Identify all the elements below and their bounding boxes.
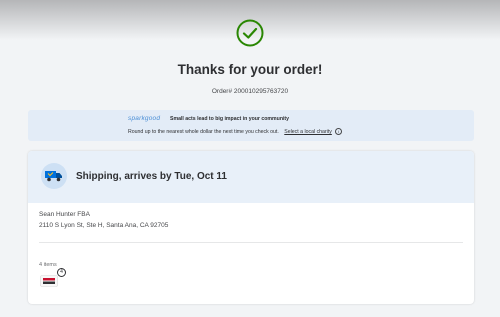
shipping-address: 2110 S Lyon St, Ste H, Santa Ana, CA 927…: [39, 222, 169, 229]
sparkgood-logo: sparkgood: [128, 115, 161, 122]
truck-icon-badge: [41, 163, 67, 189]
quantity-badge: 4: [57, 268, 66, 277]
divider: [39, 242, 463, 243]
shipping-card: Shipping, arrives by Tue, Oct 11 Sean Hu…: [28, 151, 474, 304]
product-thumbnail[interactable]: [40, 275, 58, 287]
info-icon[interactable]: i: [335, 128, 343, 135]
select-charity-link[interactable]: Select a local charity: [284, 129, 332, 135]
sparkgood-headline: Small acts lead to big impact in your co…: [170, 116, 290, 122]
sparkgood-subtext: Round up to the nearest whole dollar the…: [128, 128, 343, 135]
recipient-name: Sean Hunter FBA: [39, 211, 90, 218]
shipping-title: Shipping, arrives by Tue, Oct 11: [76, 171, 227, 182]
truck-icon: [45, 171, 62, 182]
confirmation-title: Thanks for your order!: [177, 62, 323, 77]
shipping-card-header: Shipping, arrives by Tue, Oct 11: [28, 151, 474, 203]
sparkgood-banner: sparkgood Small acts lead to big impact …: [28, 110, 474, 141]
checkmark-circle-icon: [236, 19, 264, 47]
items-count: 4 items: [39, 262, 57, 268]
order-number: Order# 200010295763720: [211, 88, 289, 95]
sparkgood-subtext-text: Round up to the nearest whole dollar the…: [128, 128, 279, 135]
